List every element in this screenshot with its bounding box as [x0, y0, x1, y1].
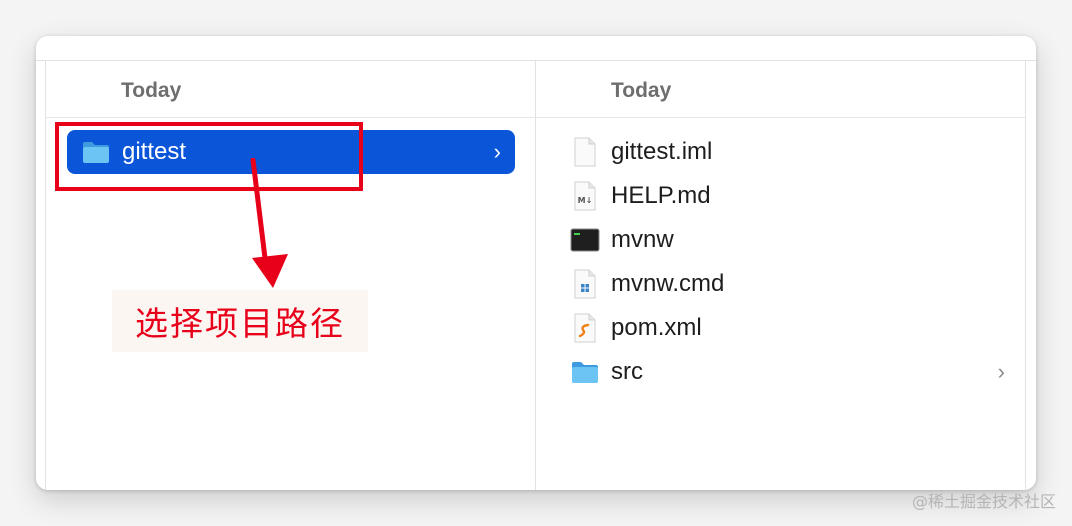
red-highlight-box — [55, 122, 363, 191]
file-name: gittest.iml — [611, 138, 713, 165]
chevron-right-icon: › — [493, 139, 501, 164]
file-row-mvnw[interactable]: mvnw — [569, 220, 1009, 260]
folder-name: src — [611, 358, 643, 385]
watermark: @稀土掘金技术社区 — [911, 492, 1056, 511]
file-name: HELP.md — [611, 182, 711, 209]
file-row-help-md[interactable]: M↓ HELP.md — [569, 176, 1009, 216]
column-header-title: Today — [611, 79, 672, 102]
xml-file-icon — [569, 312, 601, 344]
terminal-executable-icon — [569, 224, 601, 256]
svg-text:M↓: M↓ — [578, 196, 593, 205]
column-header-right: Today — [536, 61, 1025, 118]
column-header-left: Today — [46, 61, 535, 118]
file-name: mvnw.cmd — [611, 270, 725, 297]
chevron-right-icon: › — [997, 359, 1005, 384]
file-row-gittest-iml[interactable]: gittest.iml — [569, 132, 1009, 172]
file-name: pom.xml — [611, 314, 702, 341]
finder-window: Today gittest › Today gittest.iml M↓ HEL… — [36, 36, 1036, 490]
red-arrow-icon — [250, 158, 288, 288]
column-header-title: Today — [121, 79, 182, 102]
generic-file-icon — [569, 136, 601, 168]
file-name: mvnw — [611, 226, 674, 253]
folder-icon — [569, 356, 601, 388]
finder-column-right[interactable]: Today gittest.iml M↓ HELP.md mvnw mvnw.c… — [535, 61, 1026, 490]
markdown-file-icon: M↓ — [569, 180, 601, 212]
file-row-mvnw-cmd[interactable]: mvnw.cmd — [569, 264, 1009, 304]
annotation-label: 选择项目路径 — [112, 290, 368, 352]
folder-row-src[interactable]: src › — [569, 352, 1009, 392]
windows-cmd-file-icon — [569, 268, 601, 300]
file-row-pom-xml[interactable]: pom.xml — [569, 308, 1009, 348]
